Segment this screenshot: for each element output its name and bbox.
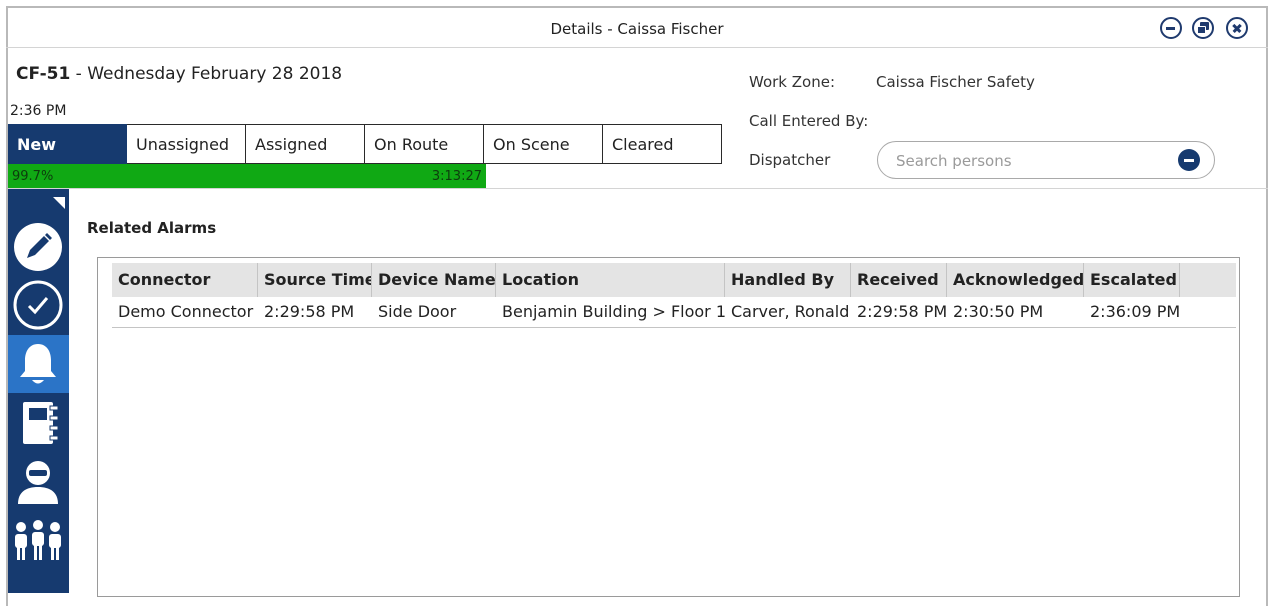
status-tab-on-route[interactable]: On Route	[365, 124, 484, 164]
call-header-separator: -	[70, 64, 88, 84]
related-alarms-title: Related Alarms	[87, 219, 217, 237]
sidebar-item-complete[interactable]	[8, 276, 69, 334]
dispatcher-search	[877, 141, 1215, 179]
call-id: CF-51	[16, 64, 71, 84]
column-header-location[interactable]: Location	[496, 263, 725, 297]
column-header-received[interactable]: Received	[851, 263, 947, 297]
cell-location: Benjamin Building > Floor 1	[502, 302, 725, 321]
cell-escalated: 2:36:09 PM	[1090, 302, 1180, 321]
cell-source-time: 2:29:58 PM	[264, 302, 355, 321]
sidebar-collapse-icon[interactable]	[53, 197, 65, 209]
dispatcher-label: Dispatcher	[749, 151, 831, 169]
related-alarms-grid: Connector Source Time Device Name Locati…	[97, 257, 1240, 597]
cell-connector: Demo Connector	[118, 302, 254, 321]
status-progress-bar: 99.7% 3:13:27	[8, 164, 486, 188]
work-zone-label: Work Zone:	[749, 73, 835, 91]
progress-elapsed-time: 3:13:27	[431, 169, 482, 184]
sidebar-item-alarms[interactable]	[8, 335, 69, 393]
status-tab-new[interactable]: New	[8, 124, 127, 164]
column-header-connector[interactable]: Connector	[112, 263, 258, 297]
status-tab-unassigned[interactable]: Unassigned	[127, 124, 246, 164]
sidebar-item-people[interactable]	[8, 512, 69, 570]
progress-percent: 99.7%	[12, 169, 54, 184]
search-persons-button[interactable]	[1178, 149, 1200, 171]
sidebar	[8, 189, 69, 593]
call-entered-by-label: Call Entered By:	[749, 112, 869, 130]
cell-acknowledged: 2:30:50 PM	[953, 302, 1044, 321]
status-tab-cleared[interactable]: Cleared	[603, 124, 722, 164]
checkmark-icon	[13, 280, 63, 330]
table-row[interactable]: Demo Connector 2:29:58 PM Side Door Benj…	[112, 297, 1236, 328]
restore-button[interactable]	[1192, 17, 1214, 39]
status-tab-assigned[interactable]: Assigned	[246, 124, 365, 164]
column-header-escalated[interactable]: Escalated	[1084, 263, 1180, 297]
call-time: 2:36 PM	[10, 103, 67, 119]
people-group-icon	[15, 520, 61, 560]
column-header-acknowledged[interactable]: Acknowledged	[947, 263, 1084, 297]
call-header: CF-51 - Wednesday February 28 2018	[16, 64, 342, 84]
minimize-button[interactable]	[1160, 17, 1182, 39]
status-tab-on-scene[interactable]: On Scene	[484, 124, 603, 164]
column-header-handled-by[interactable]: Handled By	[725, 263, 851, 297]
bell-icon	[20, 344, 56, 384]
sidebar-item-edit[interactable]	[8, 218, 69, 276]
title-bar[interactable]: Details - Caissa Fischer	[6, 6, 1268, 48]
work-zone-value: Caissa Fischer Safety	[876, 73, 1035, 91]
column-header-device-name[interactable]: Device Name	[372, 263, 496, 297]
call-date: Wednesday February 28 2018	[87, 64, 343, 84]
cell-received: 2:29:58 PM	[857, 302, 947, 321]
cell-device-name: Side Door	[378, 302, 457, 321]
status-tabs: New Unassigned Assigned On Route On Scen…	[8, 124, 722, 164]
column-header-source-time[interactable]: Source Time	[258, 263, 372, 297]
sidebar-item-notes[interactable]	[8, 394, 69, 452]
close-button[interactable]	[1226, 17, 1248, 39]
notebook-icon	[23, 402, 59, 444]
person-icon	[18, 461, 58, 504]
cell-handled-by: Carver, Ronald	[731, 302, 850, 321]
grid-header-row: Connector Source Time Device Name Locati…	[112, 263, 1236, 297]
sidebar-item-person[interactable]	[8, 453, 69, 511]
window-title: Details - Caissa Fischer	[550, 20, 724, 38]
search-persons-input[interactable]	[894, 149, 1168, 173]
header-divider	[8, 188, 1268, 189]
pencil-icon	[14, 223, 62, 271]
